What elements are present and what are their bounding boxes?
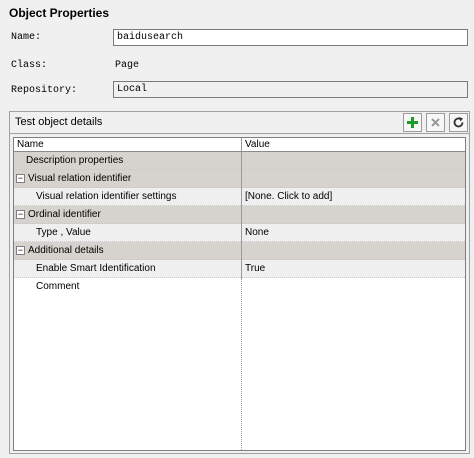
refresh-icon bbox=[453, 117, 464, 128]
row-value bbox=[242, 152, 465, 169]
collapse-icon[interactable]: − bbox=[16, 210, 25, 219]
add-button[interactable] bbox=[403, 113, 422, 132]
name-label: Name: bbox=[11, 32, 42, 43]
repository-field: Local bbox=[113, 81, 468, 98]
grid-header: Name Value bbox=[14, 138, 465, 152]
collapse-icon[interactable]: − bbox=[16, 174, 25, 183]
name-field[interactable]: baidusearch bbox=[113, 29, 468, 46]
row-value[interactable]: True bbox=[242, 260, 465, 277]
x-icon bbox=[431, 118, 440, 127]
row-value[interactable]: None bbox=[242, 224, 465, 241]
value-column-header[interactable]: Value bbox=[242, 138, 465, 151]
collapse-icon[interactable]: − bbox=[16, 246, 25, 255]
remove-button[interactable] bbox=[426, 113, 445, 132]
row-name: Enable Smart Identification bbox=[14, 260, 242, 277]
properties-grid: Name Value Description properties − Visu… bbox=[13, 137, 466, 451]
test-object-details-panel: Test object details Name Value Descripti… bbox=[9, 111, 470, 454]
row-type-value[interactable]: Type , Value None bbox=[14, 224, 465, 242]
repository-label: Repository: bbox=[11, 85, 78, 96]
panel-title: Test object details bbox=[15, 116, 103, 128]
row-additional-details[interactable]: − Additional details bbox=[14, 242, 465, 260]
row-value bbox=[242, 242, 465, 259]
row-value[interactable] bbox=[242, 278, 465, 296]
row-name: Visual relation identifier settings bbox=[14, 188, 242, 205]
row-name: Type , Value bbox=[14, 224, 242, 241]
row-name: Ordinal identifier bbox=[28, 209, 101, 220]
panel-header: Test object details bbox=[10, 112, 469, 134]
row-ordinal-identifier[interactable]: − Ordinal identifier bbox=[14, 206, 465, 224]
row-comment[interactable]: Comment bbox=[14, 278, 465, 296]
row-enable-smart-identification[interactable]: Enable Smart Identification True bbox=[14, 260, 465, 278]
plus-icon bbox=[407, 117, 418, 128]
row-visual-relation-identifier[interactable]: − Visual relation identifier bbox=[14, 170, 465, 188]
row-name: Additional details bbox=[28, 245, 104, 256]
row-value[interactable]: [None. Click to add] bbox=[242, 188, 465, 205]
row-value bbox=[242, 170, 465, 187]
row-name: Description properties bbox=[14, 152, 242, 169]
refresh-button[interactable] bbox=[449, 113, 468, 132]
row-visual-relation-settings[interactable]: Visual relation identifier settings [Non… bbox=[14, 188, 465, 206]
row-name: Comment bbox=[14, 278, 242, 296]
row-description-properties[interactable]: Description properties bbox=[14, 152, 465, 170]
class-label: Class: bbox=[11, 60, 48, 71]
class-value: Page bbox=[115, 60, 140, 71]
row-value bbox=[242, 206, 465, 223]
column-divider bbox=[241, 152, 242, 450]
page-title: Object Properties bbox=[9, 6, 110, 20]
row-name: Visual relation identifier bbox=[28, 173, 132, 184]
name-column-header[interactable]: Name bbox=[14, 138, 242, 151]
